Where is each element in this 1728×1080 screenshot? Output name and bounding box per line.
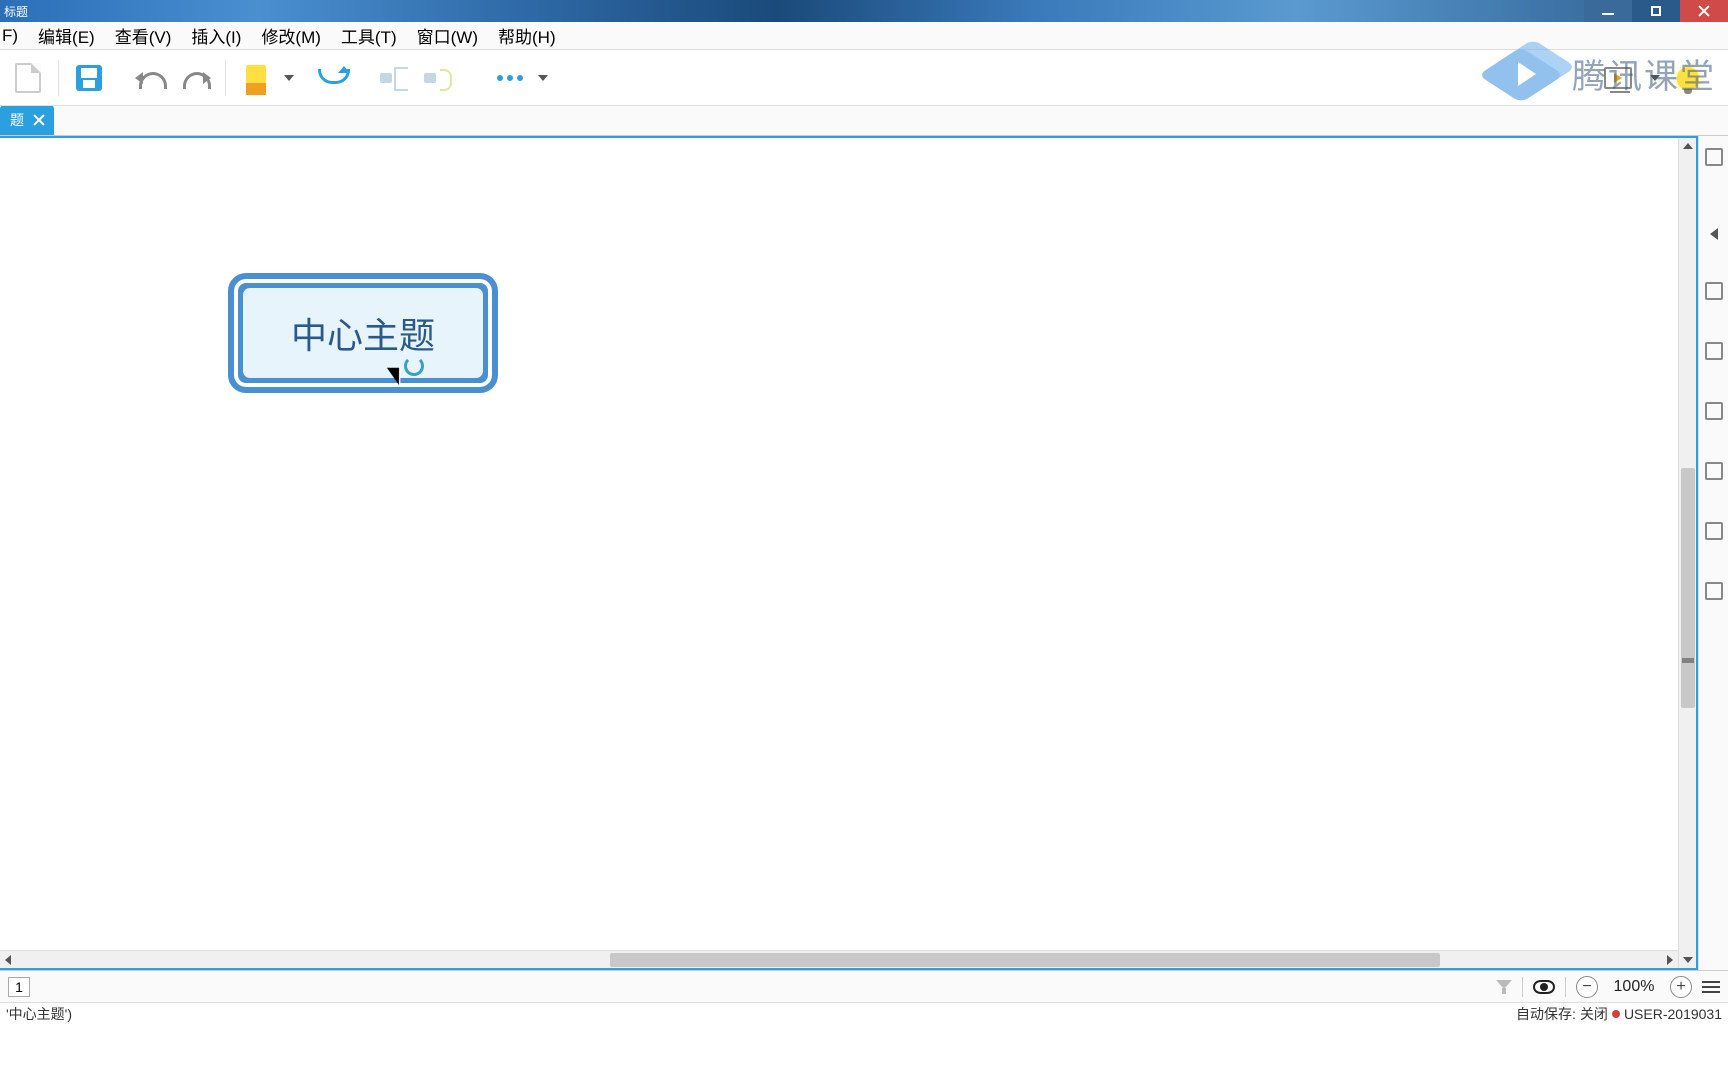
separator xyxy=(1522,977,1523,997)
window-controls xyxy=(1584,0,1728,22)
panel-icon[interactable] xyxy=(1705,342,1723,360)
panel-icon[interactable] xyxy=(1705,522,1723,540)
menu-tools[interactable]: 工具(T) xyxy=(331,19,407,52)
more-button[interactable] xyxy=(490,58,530,98)
horizontal-scroll-thumb[interactable] xyxy=(610,953,1440,967)
redo-button[interactable] xyxy=(175,58,215,98)
zoom-out-button[interactable]: − xyxy=(1576,976,1598,998)
autosave-state: 关闭 xyxy=(1580,1004,1608,1024)
scroll-marker xyxy=(1682,658,1694,663)
scroll-left-icon[interactable] xyxy=(5,955,11,965)
panel-icon[interactable] xyxy=(1705,462,1723,480)
undo-icon xyxy=(137,68,165,88)
menu-view[interactable]: 查看(V) xyxy=(105,19,182,52)
status-bar: '中心主题') 自动保存: 关闭 USER-2019031 xyxy=(0,1002,1728,1024)
menu-modify[interactable]: 修改(M) xyxy=(251,19,330,52)
panel-icon[interactable] xyxy=(1705,402,1723,420)
panel-collapse-icon[interactable] xyxy=(1710,228,1718,240)
page-number-input[interactable] xyxy=(8,977,30,997)
separator xyxy=(1565,977,1566,997)
document-tab-bar: 题 xyxy=(0,106,1728,136)
highlighter-button[interactable] xyxy=(236,58,276,98)
bottom-right-controls: − 100% + xyxy=(1496,976,1720,998)
scroll-right-icon[interactable] xyxy=(1667,955,1673,965)
relationship-icon xyxy=(318,67,346,89)
window-maximize-button[interactable] xyxy=(1632,0,1680,22)
panel-icon[interactable] xyxy=(1705,582,1723,600)
window-close-button[interactable] xyxy=(1680,0,1728,22)
filter-icon[interactable] xyxy=(1496,980,1512,994)
menu-edit[interactable]: 编辑(E) xyxy=(28,19,105,52)
menu-icon[interactable] xyxy=(1702,981,1720,993)
document-tab[interactable]: 题 xyxy=(0,105,54,135)
canvas-container: 中心主题 xyxy=(0,136,1698,970)
relationship-button[interactable] xyxy=(312,58,352,98)
redo-icon xyxy=(181,68,209,88)
more-icon xyxy=(497,75,523,81)
document-icon xyxy=(15,63,41,93)
status-user: USER-2019031 xyxy=(1624,1006,1722,1022)
highlighter-dropdown-icon[interactable] xyxy=(284,75,294,81)
subtopic-button[interactable] xyxy=(374,58,414,98)
save-icon xyxy=(76,65,102,91)
boundary-button[interactable] xyxy=(418,58,458,98)
menu-help[interactable]: 帮助(H) xyxy=(488,19,566,52)
panel-icon[interactable] xyxy=(1705,148,1723,166)
new-document-button[interactable] xyxy=(8,58,48,98)
watermark-logo: 腾讯课堂 xyxy=(1484,38,1716,108)
window-title-bar: 标题 xyxy=(0,0,1728,22)
boundary-icon xyxy=(424,67,452,89)
status-right: 自动保存: 关闭 USER-2019031 xyxy=(1516,1004,1722,1024)
menu-window[interactable]: 窗口(W) xyxy=(407,19,488,52)
highlighter-icon xyxy=(246,65,266,91)
watermark-text: 腾讯课堂 xyxy=(1572,49,1716,98)
scroll-up-icon[interactable] xyxy=(1683,143,1693,149)
busy-spinner-icon xyxy=(404,356,424,376)
vertical-scrollbar[interactable] xyxy=(1678,138,1696,968)
zoom-in-button[interactable]: + xyxy=(1670,976,1692,998)
tencent-class-logo-icon xyxy=(1484,38,1564,108)
window-title: 标题 xyxy=(4,3,28,20)
document-tab-label: 题 xyxy=(10,110,24,130)
vertical-scroll-thumb[interactable] xyxy=(1681,468,1695,708)
zoom-level: 100% xyxy=(1608,978,1660,996)
central-topic-node[interactable]: 中心主题 xyxy=(228,273,498,393)
window-minimize-button[interactable] xyxy=(1584,0,1632,22)
menu-insert[interactable]: 插入(I) xyxy=(181,19,251,52)
status-dot-icon xyxy=(1612,1010,1620,1018)
tab-close-icon[interactable] xyxy=(32,113,46,127)
toolbar-separator xyxy=(225,60,226,96)
bottom-bar: − 100% + xyxy=(0,970,1728,1002)
menu-bar: F) 编辑(E) 查看(V) 插入(I) 修改(M) 工具(T) 窗口(W) 帮… xyxy=(0,22,1728,50)
visibility-icon[interactable] xyxy=(1533,980,1555,994)
subtopic-icon xyxy=(380,67,408,89)
panel-icon[interactable] xyxy=(1705,282,1723,300)
undo-button[interactable] xyxy=(131,58,171,98)
status-selection: '中心主题') xyxy=(6,1004,72,1024)
mindmap-canvas[interactable]: 中心主题 xyxy=(0,138,1696,968)
autosave-label: 自动保存: xyxy=(1516,1004,1576,1024)
toolbar xyxy=(0,50,1728,106)
scroll-down-icon[interactable] xyxy=(1683,957,1693,963)
horizontal-scrollbar[interactable] xyxy=(0,950,1678,968)
right-panel-edge xyxy=(1698,136,1728,970)
more-dropdown-icon[interactable] xyxy=(538,75,548,81)
toolbar-separator xyxy=(58,60,59,96)
save-button[interactable] xyxy=(69,58,109,98)
menu-file[interactable]: F) xyxy=(0,22,28,50)
